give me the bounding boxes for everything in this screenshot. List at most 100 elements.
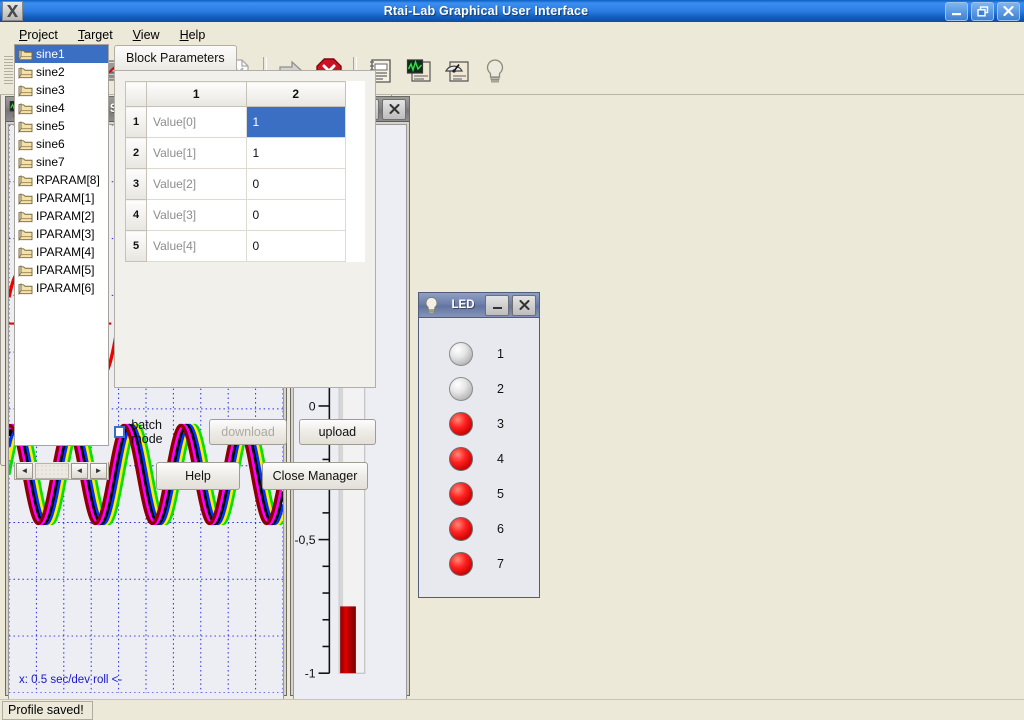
scroll-left-button[interactable]: ◄ xyxy=(16,463,33,479)
block-list-item[interactable]: sine1 xyxy=(15,45,108,63)
table-cell-name[interactable]: Value[3] xyxy=(147,200,247,231)
tab-panel-block-parameters: 121Value[0]12Value[1]13Value[2]04Value[3… xyxy=(114,70,376,388)
tab-block-parameters[interactable]: Block Parameters xyxy=(114,45,237,70)
scrollbar-thumb[interactable] xyxy=(35,463,69,479)
close-icon[interactable] xyxy=(997,2,1020,21)
led-minimize-icon[interactable] xyxy=(485,295,509,316)
table-row[interactable]: 1Value[0]1 xyxy=(126,107,365,138)
folder-icon xyxy=(18,156,33,169)
block-list-item[interactable]: IPARAM[5] xyxy=(15,261,108,279)
block-list-item-label: sine5 xyxy=(36,119,65,133)
folder-icon xyxy=(18,138,33,151)
folder-icon xyxy=(18,210,33,223)
folder-icon xyxy=(18,48,33,61)
led-label: 7 xyxy=(497,557,504,571)
led-titlebar: LED xyxy=(419,293,539,318)
block-list[interactable]: sine1 sine2 sine3 sine4 sine5 sine6 sine7 RPARA… xyxy=(14,44,109,446)
svg-text:-1: -1 xyxy=(305,667,316,681)
parameters-manager-controls: batch mode download upload Help Close Ma… xyxy=(114,418,376,490)
download-button[interactable]: download xyxy=(209,419,286,445)
block-list-item[interactable]: sine3 xyxy=(15,81,108,99)
block-list-item-label: sine4 xyxy=(36,101,65,115)
table-cell-value[interactable]: 1 xyxy=(246,107,346,138)
table-cell-value[interactable]: 0 xyxy=(246,200,346,231)
led-window[interactable]: LED 1234567 xyxy=(418,292,540,598)
parameters-table[interactable]: 121Value[0]12Value[1]13Value[2]04Value[3… xyxy=(125,81,365,262)
block-list-item[interactable]: IPARAM[2] xyxy=(15,207,108,225)
minimize-icon[interactable] xyxy=(945,2,968,21)
light-bulb-icon xyxy=(421,295,441,315)
block-list-item[interactable]: sine6 xyxy=(15,135,108,153)
block-list-item-label: sine2 xyxy=(36,65,65,79)
block-list-item-label: IPARAM[1] xyxy=(36,191,94,205)
svg-text:-0,5: -0,5 xyxy=(294,533,315,547)
block-list-hscrollbar[interactable]: ◄ ◄ ► xyxy=(14,462,109,480)
table-cell-name[interactable]: Value[0] xyxy=(147,107,247,138)
led-row: 6 xyxy=(419,511,539,546)
close-manager-button[interactable]: Close Manager xyxy=(262,462,368,490)
led-indicator-3 xyxy=(449,412,473,436)
block-list-item[interactable]: sine2 xyxy=(15,63,108,81)
block-list-item-label: sine6 xyxy=(36,137,65,151)
folder-icon xyxy=(18,192,33,205)
table-column-header[interactable]: 2 xyxy=(246,82,346,107)
led-title: LED xyxy=(441,299,485,311)
restore-icon[interactable] xyxy=(971,2,994,21)
led-row: 3 xyxy=(419,406,539,441)
led-row: 2 xyxy=(419,371,539,406)
led-close-icon[interactable] xyxy=(512,295,536,316)
block-list-item[interactable]: IPARAM[3] xyxy=(15,225,108,243)
tab-strip: Block Parameters xyxy=(114,44,376,70)
table-cell-name[interactable]: Value[2] xyxy=(147,169,247,200)
parameters-manager-window[interactable]: Parameters Manager ? sine1sine2sine3sine… xyxy=(0,0,392,466)
main-title: Rtai-Lab Graphical User Interface xyxy=(27,4,945,18)
main-titlebar: Rtai-Lab Graphical User Interface xyxy=(0,0,1024,22)
batch-mode-checkbox[interactable] xyxy=(114,426,125,438)
table-cell-name[interactable]: Value[4] xyxy=(147,231,247,262)
meter-doc-icon[interactable] xyxy=(442,56,472,86)
table-cell-value[interactable]: 0 xyxy=(246,169,346,200)
led-indicator-7 xyxy=(449,552,473,576)
block-list-item[interactable]: IPARAM[1] xyxy=(15,189,108,207)
table-row-header: 3 xyxy=(126,169,147,200)
scope-timebase-label: x: 0.5 sec/dev roll <- xyxy=(19,674,122,686)
table-row[interactable]: 4Value[3]0 xyxy=(126,200,365,231)
table-cell-name[interactable]: Value[1] xyxy=(147,138,247,169)
table-column-header[interactable]: 1 xyxy=(147,82,247,107)
scroll-left-button-2[interactable]: ◄ xyxy=(71,463,88,479)
scroll-right-button[interactable]: ► xyxy=(90,463,107,479)
scope-doc-icon[interactable] xyxy=(404,56,434,86)
led-label: 4 xyxy=(497,452,504,466)
folder-icon xyxy=(18,246,33,259)
led-bulb-icon[interactable] xyxy=(480,56,510,86)
led-indicator-4 xyxy=(449,447,473,471)
table-row[interactable]: 5Value[4]0 xyxy=(126,231,365,262)
folder-icon xyxy=(18,84,33,97)
batch-row: batch mode download upload xyxy=(114,418,376,446)
block-list-item[interactable]: IPARAM[6] xyxy=(15,279,108,297)
table-cell-value[interactable]: 1 xyxy=(246,138,346,169)
led-indicator-6 xyxy=(449,517,473,541)
upload-button[interactable]: upload xyxy=(299,419,376,445)
block-list-item-label: IPARAM[3] xyxy=(36,227,94,241)
block-list-item[interactable]: sine5 xyxy=(15,117,108,135)
block-list-item-label: sine7 xyxy=(36,155,65,169)
help-button[interactable]: Help xyxy=(156,462,240,490)
batch-mode-label: batch mode xyxy=(131,418,191,446)
x-logo-icon xyxy=(2,1,23,21)
block-list-item-label: sine3 xyxy=(36,83,65,97)
folder-icon xyxy=(18,264,33,277)
block-list-item[interactable]: IPARAM[4] xyxy=(15,243,108,261)
table-row-header: 5 xyxy=(126,231,147,262)
led-row: 1 xyxy=(419,336,539,371)
main-window-buttons xyxy=(945,2,1020,21)
table-cell-value[interactable]: 0 xyxy=(246,231,346,262)
table-row[interactable]: 3Value[2]0 xyxy=(126,169,365,200)
parameters-manager-body: sine1 sine2 sine3 sine4 sine5 sine6 sine7 RPARA… xyxy=(1,28,391,465)
table-row[interactable]: 2Value[1]1 xyxy=(126,138,365,169)
block-list-item[interactable]: RPARAM[8] xyxy=(15,171,108,189)
block-list-item[interactable]: sine4 xyxy=(15,99,108,117)
block-list-item[interactable]: sine7 xyxy=(15,153,108,171)
table-row-header: 2 xyxy=(126,138,147,169)
folder-icon xyxy=(18,102,33,115)
